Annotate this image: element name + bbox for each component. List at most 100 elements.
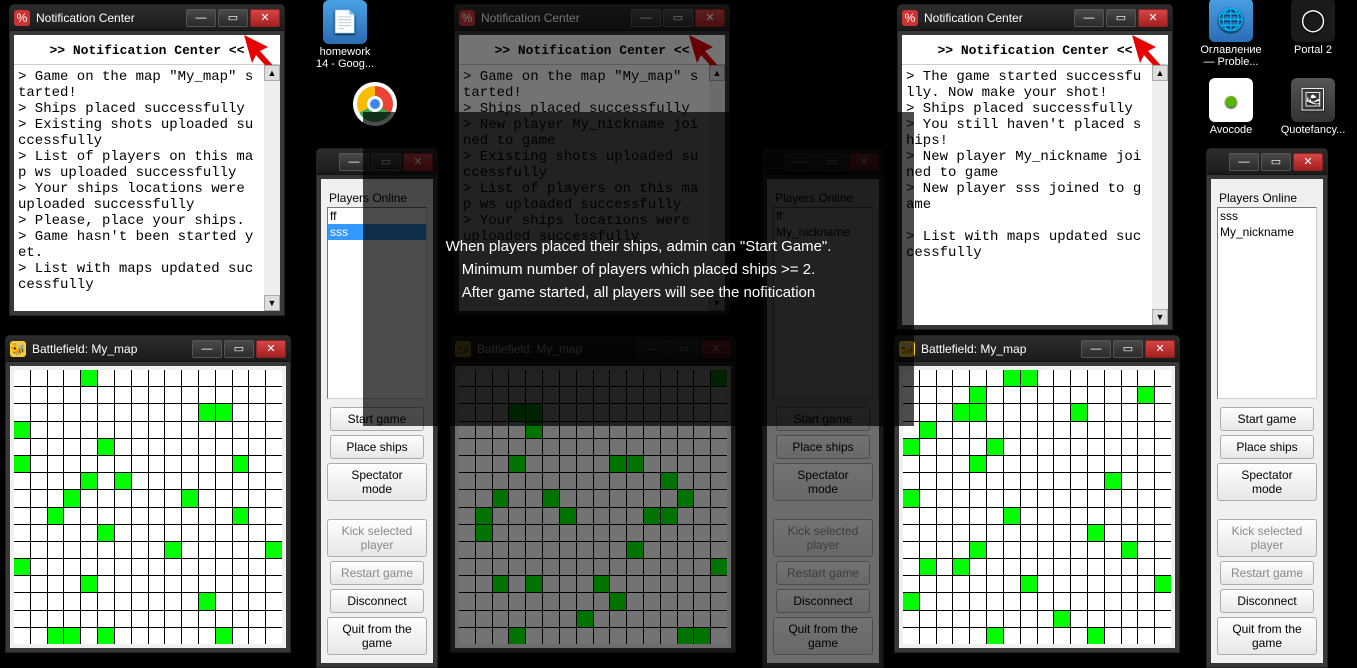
grid-cell[interactable] [661, 611, 677, 627]
grid-cell[interactable] [1155, 525, 1171, 541]
grid-cell[interactable] [627, 559, 643, 575]
grid-cell[interactable] [14, 542, 30, 558]
grid-cell[interactable] [476, 576, 492, 592]
grid-cell[interactable] [1105, 439, 1121, 455]
grid-cell[interactable] [459, 542, 475, 558]
grid-cell[interactable] [132, 439, 148, 455]
grid-cell[interactable] [31, 542, 47, 558]
grid-cell[interactable] [627, 542, 643, 558]
grid-cell[interactable] [970, 576, 986, 592]
grid-cell[interactable] [577, 439, 593, 455]
grid-cell[interactable] [98, 559, 114, 575]
grid-cell[interactable] [526, 628, 542, 644]
grid-cell[interactable] [165, 422, 181, 438]
grid-cell[interactable] [509, 508, 525, 524]
grid-cell[interactable] [216, 422, 232, 438]
grid-cell[interactable] [165, 611, 181, 627]
grid-cell[interactable] [543, 576, 559, 592]
grid-cell[interactable] [1004, 473, 1020, 489]
grid-cell[interactable] [48, 422, 64, 438]
grid-cell[interactable] [476, 508, 492, 524]
scrollbar[interactable]: ▲ ▼ [264, 65, 280, 311]
grid-cell[interactable] [627, 508, 643, 524]
grid-cell[interactable] [1054, 439, 1070, 455]
grid-cell[interactable] [64, 525, 80, 541]
grid-cell[interactable] [1071, 611, 1087, 627]
grid-cell[interactable] [233, 576, 249, 592]
grid-cell[interactable] [266, 439, 282, 455]
grid-cell[interactable] [149, 370, 165, 386]
grid-cell[interactable] [661, 593, 677, 609]
grid-cell[interactable] [1138, 473, 1154, 489]
grid-cell[interactable] [266, 473, 282, 489]
grid-cell[interactable] [64, 576, 80, 592]
grid-cell[interactable] [509, 525, 525, 541]
grid-cell[interactable] [1155, 370, 1171, 386]
grid-cell[interactable] [1138, 559, 1154, 575]
grid-cell[interactable] [937, 525, 953, 541]
grid-cell[interactable] [1004, 387, 1020, 403]
grid-cell[interactable] [493, 542, 509, 558]
grid-cell[interactable] [165, 456, 181, 472]
grid-cell[interactable] [577, 525, 593, 541]
close-button[interactable]: ✕ [1138, 9, 1168, 27]
grid-cell[interactable] [98, 439, 114, 455]
grid-cell[interactable] [115, 439, 131, 455]
grid-cell[interactable] [476, 559, 492, 575]
grid-cell[interactable] [610, 576, 626, 592]
grid-cell[interactable] [233, 439, 249, 455]
grid-cell[interactable] [64, 439, 80, 455]
grid-cell[interactable] [661, 559, 677, 575]
grid-cell[interactable] [627, 611, 643, 627]
scroll-up-button[interactable]: ▲ [264, 65, 280, 81]
grid-cell[interactable] [249, 628, 265, 644]
grid-cell[interactable] [711, 593, 727, 609]
grid-cell[interactable] [1138, 508, 1154, 524]
grid-cell[interactable] [14, 559, 30, 575]
grid-cell[interactable] [476, 490, 492, 506]
grid-cell[interactable] [149, 542, 165, 558]
grid-cell[interactable] [14, 422, 30, 438]
kick-player-button[interactable]: Kick selected player [327, 519, 427, 557]
grid-cell[interactable] [233, 422, 249, 438]
grid-cell[interactable] [1071, 559, 1087, 575]
grid-cell[interactable] [1122, 593, 1138, 609]
grid-cell[interactable] [1054, 404, 1070, 420]
grid-cell[interactable] [216, 490, 232, 506]
grid-cell[interactable] [594, 628, 610, 644]
grid-cell[interactable] [526, 456, 542, 472]
grid-cell[interactable] [149, 593, 165, 609]
grid-cell[interactable] [661, 542, 677, 558]
grid-cell[interactable] [199, 456, 215, 472]
grid-cell[interactable] [14, 508, 30, 524]
grid-cell[interactable] [920, 508, 936, 524]
grid-cell[interactable] [459, 508, 475, 524]
grid-cell[interactable] [903, 576, 919, 592]
grid-cell[interactable] [165, 576, 181, 592]
grid-cell[interactable] [249, 525, 265, 541]
grid-cell[interactable] [14, 593, 30, 609]
grid-cell[interactable] [560, 508, 576, 524]
grid-cell[interactable] [526, 542, 542, 558]
grid-cell[interactable] [560, 439, 576, 455]
grid-cell[interactable] [266, 387, 282, 403]
grid-cell[interactable] [459, 611, 475, 627]
grid-cell[interactable] [81, 611, 97, 627]
grid-cell[interactable] [644, 490, 660, 506]
grid-cell[interactable] [266, 576, 282, 592]
grid-cell[interactable] [233, 508, 249, 524]
grid-cell[interactable] [1038, 422, 1054, 438]
grid-cell[interactable] [1038, 559, 1054, 575]
grid-cell[interactable] [1038, 628, 1054, 644]
minimize-button[interactable]: — [631, 9, 661, 27]
grid-cell[interactable] [543, 611, 559, 627]
grid-cell[interactable] [81, 490, 97, 506]
grid-cell[interactable] [149, 422, 165, 438]
desktop-icon-avocode[interactable]: ● Avocode [1198, 78, 1264, 136]
grid-cell[interactable] [1054, 559, 1070, 575]
grid-cell[interactable] [543, 473, 559, 489]
grid-cell[interactable] [987, 404, 1003, 420]
grid-cell[interactable] [610, 525, 626, 541]
grid-cell[interactable] [182, 508, 198, 524]
grid-cell[interactable] [711, 456, 727, 472]
